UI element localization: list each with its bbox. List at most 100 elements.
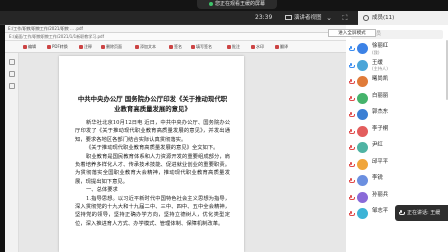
mic-muted-icon[interactable] [349, 95, 355, 101]
layout-icon [285, 15, 292, 20]
watermark-icon [251, 45, 255, 49]
pdf-tool-label: 删除页面 [106, 44, 122, 49]
paragraph: 职业教育是国民教育体系和人力资源开发的重要组成部分，肩负着培养多样化人才、传承技… [75, 153, 230, 185]
pdf-sidebar [5, 53, 19, 252]
thumbnails-icon[interactable] [9, 59, 15, 65]
pdf-tool-label: 签名 [174, 44, 182, 49]
document-title: 中共中央办公厅 国务院办公厅印发《关于推动现代职业教育高质量发展的意见》 [77, 95, 228, 113]
avatar [357, 158, 368, 170]
convert-icon [47, 45, 51, 49]
watch-banner: 您正在观看王缓的屏幕 [0, 0, 448, 11]
member-row[interactable]: 孙丽兵 [346, 190, 448, 207]
member-role: (主持人) [372, 66, 388, 71]
speaker-view-label: 演讲者视图 [294, 15, 322, 21]
member-name: 尹红 [372, 142, 383, 148]
mic-muted-icon[interactable] [349, 211, 355, 216]
pdf-tool-watermark[interactable]: 水印 [251, 43, 264, 51]
meeting-window: 您正在观看王缓的屏幕 23:39 演讲者视图 ⌄ ⛶ 成员(11) E:/工作/… [0, 0, 448, 252]
member-row[interactable]: 李锐 [346, 173, 448, 190]
avatar [357, 191, 368, 203]
member-row[interactable]: 王缓 (主持人) [346, 58, 448, 75]
paragraph: 新华社北京10月12日电 近日，中共中央办公厅、国务院办公厅印发了《关于推动现代… [75, 120, 230, 143]
pdf-tool-label: 批注 [232, 44, 240, 49]
member-row[interactable]: 尹红 [346, 140, 448, 157]
mic-muted-icon[interactable] [349, 178, 355, 183]
member-name: 邹志平 [372, 208, 389, 214]
section-heading: 一、总体要求 [86, 187, 118, 194]
avatar [357, 92, 368, 104]
chevron-down-icon[interactable]: ⌄ [325, 14, 333, 22]
member-row[interactable]: 邱平平 [346, 157, 448, 174]
mic-muted-icon[interactable] [349, 161, 355, 167]
pdf-tool-label: 翻译 [280, 44, 288, 49]
pdf-tool-label: 水印 [256, 44, 264, 49]
fullscreen-tooltip: 进入全屏模式 [328, 29, 376, 37]
pdf-tool-add-text[interactable]: 添加文本 [135, 43, 156, 51]
members-list: 徐丽红 (我) 王缓 (主持人) 曦尚凯 白丽丽 郭杰东李子桐尹红邱平平李锐孙丽兵邹志平 [346, 41, 448, 223]
fullscreen-icon[interactable]: ⛶ [341, 14, 349, 22]
pdf-tool-delete-page[interactable]: 删除页面 [101, 43, 122, 51]
pdf-tool-label: PDF转换 [52, 44, 68, 49]
avatar [357, 175, 368, 186]
avatar [357, 142, 368, 153]
microphone-icon[interactable] [349, 62, 355, 68]
pdf-tool-label: 编辑 [28, 44, 36, 49]
members-icon [363, 15, 369, 21]
search-icon[interactable] [9, 83, 15, 89]
mic-muted-icon[interactable] [349, 194, 355, 200]
avatar [357, 109, 368, 120]
pdf-viewer: E:/工作/职教/职教工作/2021/职教 ... .pdf E:/桌面/工作/… [5, 25, 346, 252]
mic-muted-icon[interactable] [349, 128, 355, 134]
pdf-tool-translate[interactable]: 翻译 [275, 43, 288, 51]
comment-icon [227, 45, 231, 49]
paragraph: 《关于推动现代职业教育高质量发展的意见》全文如下。 [86, 145, 219, 152]
member-name: 李锐 [372, 175, 383, 181]
avatar [357, 125, 368, 137]
member-role: (我) [372, 49, 380, 55]
pdf-tool-edit[interactable]: 编辑 [23, 43, 36, 51]
members-title: 成员(11) [372, 15, 395, 21]
member-name: 李子桐 [372, 125, 389, 132]
member-row[interactable]: 徐丽红 (我) [346, 41, 448, 58]
pdf-tool-sign[interactable]: 签名 [169, 43, 182, 51]
speaking-text: 正在讲话: 王缓 [407, 210, 441, 216]
delete-page-icon [101, 45, 105, 49]
member-row[interactable]: 曦尚凯 [346, 74, 448, 91]
member-row[interactable]: 李子桐 [346, 124, 448, 141]
pdf-page: 中共中央办公厅 国务院办公厅印发《关于推动现代职业教育高质量发展的意见》 新华社… [59, 56, 244, 252]
translate-icon [275, 45, 279, 49]
pdf-tool-comment[interactable]: 批注 [227, 43, 240, 51]
avatar [357, 76, 368, 87]
member-row[interactable]: 郭杰东 [346, 107, 448, 124]
signature-icon [169, 45, 173, 49]
clock: 23:39 [255, 14, 273, 21]
text-icon [135, 45, 139, 49]
speaking-indicator: 正在讲话: 王缓 [395, 205, 448, 221]
member-name: 邱平平 [372, 158, 389, 165]
member-name: 孙丽兵 [372, 191, 389, 198]
pdf-tool-convert[interactable]: PDF转换 [47, 43, 68, 51]
microphone-icon [399, 210, 405, 215]
watching-indicator[interactable]: 您正在观看王缓的屏幕 [197, 0, 277, 9]
document-body: 新华社北京10月12日电 近日，中共中央办公厅、国务院办公厅印发了《关于推动现代… [75, 119, 230, 228]
mic-muted-icon[interactable] [349, 112, 355, 117]
watching-text: 您正在观看王缓的屏幕 [214, 1, 265, 7]
member-name: 郭杰东 [372, 109, 389, 115]
annotate-icon [79, 45, 83, 49]
speaker-view-button[interactable]: 演讲者视图 [283, 13, 324, 23]
fill-sign-icon [191, 45, 195, 49]
pdf-path: E:/桌面/工作/职教职教工作/2021/1/1新职教学习.pdf [5, 33, 346, 41]
mic-muted-icon[interactable] [349, 145, 355, 150]
pdf-tab[interactable]: E:/工作/职教/职教工作/2021/职教 ... .pdf [5, 25, 346, 33]
microphone-icon[interactable] [349, 46, 355, 51]
avatar [357, 59, 368, 71]
member-row[interactable]: 白丽丽 [346, 91, 448, 108]
bookmark-icon[interactable] [9, 71, 15, 77]
pdf-tool-label: 填写签名 [196, 44, 212, 49]
mic-muted-icon[interactable] [349, 79, 355, 84]
pdf-tool-annotate[interactable]: 注释 [79, 43, 92, 51]
pdf-tab-label: E:/工作/职教/职教工作/2021/职教 ... .pdf [8, 26, 83, 31]
pdf-tool-fill-sign[interactable]: 填写签名 [191, 43, 212, 51]
avatar [357, 43, 368, 54]
pdf-tool-label: 注释 [84, 44, 92, 49]
